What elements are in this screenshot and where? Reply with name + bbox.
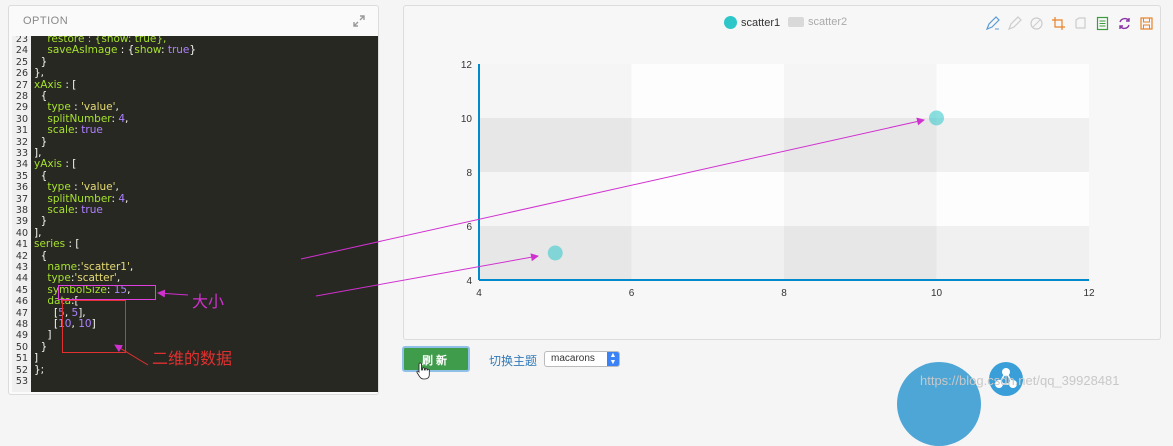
data-annotation: 二维的数据 xyxy=(152,349,233,368)
data-highlight xyxy=(62,300,126,353)
hand-cursor-icon xyxy=(416,362,430,380)
x-tick-label: 10 xyxy=(931,288,943,299)
y-tick-label: 4 xyxy=(466,276,472,287)
annotation-arrow xyxy=(157,289,189,298)
x-tick-label: 4 xyxy=(476,288,482,299)
grid-row-band xyxy=(479,118,1089,172)
size-annotation: 大小 xyxy=(192,292,225,311)
grid-row-band xyxy=(479,64,1089,118)
x-tick-label: 8 xyxy=(781,288,787,299)
grid-row-band xyxy=(479,226,1089,280)
theme-select-value: macarons xyxy=(551,353,595,364)
x-tick-label: 6 xyxy=(629,288,635,299)
y-tick-label: 6 xyxy=(466,222,472,233)
chart-canvas: 4 6 8 10 12 4 6 8 10 12 xyxy=(114,60,1095,366)
y-tick-label: 12 xyxy=(461,60,473,71)
symbol-size-highlight xyxy=(58,285,156,300)
theme-select[interactable]: macarons ▲ ▼ xyxy=(544,351,620,367)
watermark: https://blog.csdn.net/qq_39928481 xyxy=(920,373,1120,388)
theme-switch-label: 切换主题 xyxy=(489,354,538,368)
y-tick-label: 10 xyxy=(461,114,473,125)
scatter-point xyxy=(929,110,944,126)
refresh-button[interactable]: 刷新 xyxy=(402,346,470,372)
chevron-updown-icon: ▲ ▼ xyxy=(607,352,619,366)
scatter-point xyxy=(547,245,563,261)
x-tick-label: 12 xyxy=(1083,288,1095,299)
y-tick-label: 8 xyxy=(466,168,472,179)
